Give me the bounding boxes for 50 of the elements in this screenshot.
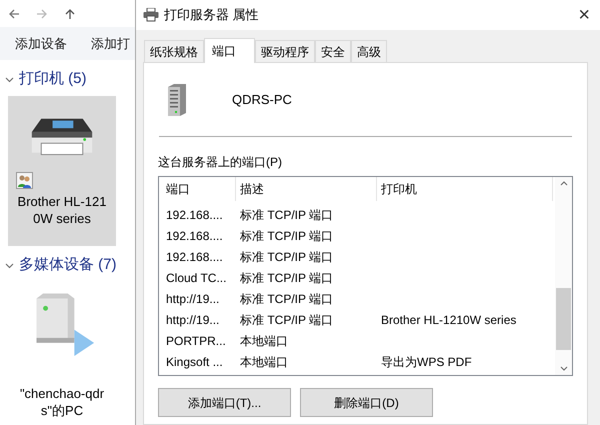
tab[interactable]: 高级 (351, 40, 387, 62)
chevron-icon[interactable] (5, 74, 14, 84)
table-cell: 标准 TCP/IP 端口 (240, 228, 334, 242)
printer-icon (143, 8, 159, 22)
group-heading[interactable]: 打印机 (5) (19, 68, 86, 90)
table-cell: 标准 TCP/IP 端口 (240, 270, 334, 284)
table-cell: http://19... (166, 312, 220, 326)
device-name: Brother HL-1210W series (16, 193, 108, 227)
table-cell: 本地端口 (240, 334, 288, 348)
chevron-icon[interactable] (5, 260, 14, 270)
ports-label: 这台服务器上的端口(P) (158, 154, 282, 171)
server-tower-icon (166, 84, 188, 116)
group-heading[interactable]: 多媒体设备 (7) (19, 254, 116, 276)
table-cell: 192.168.... (166, 228, 223, 242)
toolbar-button[interactable]: 添加打 (91, 34, 130, 54)
scrollbar[interactable] (555, 177, 572, 375)
server-name: QDRS-PC (231, 90, 292, 109)
tab[interactable]: 纸张规格 (144, 40, 204, 62)
tab[interactable]: 驱动程序 (255, 40, 315, 62)
scroll-down-icon[interactable] (560, 366, 568, 371)
dialog-title: 打印服务器 属性 (164, 6, 259, 24)
back-arrow-icon[interactable] (8, 8, 20, 20)
dialog-button[interactable]: 添加端口(T)... (158, 388, 291, 417)
table-cell: 192.168.... (166, 250, 223, 264)
scroll-thumb[interactable] (556, 288, 571, 350)
column-header[interactable]: 描述 (240, 180, 264, 198)
tab[interactable]: 端口 (204, 38, 255, 63)
column-header[interactable]: 打印机 (381, 180, 417, 198)
table-cell: 标准 TCP/IP 端口 (240, 250, 334, 264)
table-cell: Brother HL-1210W series (381, 312, 516, 326)
table-cell: 标准 TCP/IP 端口 (240, 292, 334, 306)
table-cell: http://19... (166, 292, 220, 306)
toolbar-button[interactable]: 添加设备 (15, 34, 67, 54)
device-tile[interactable]: Brother HL-1210W series (8, 96, 116, 246)
table-cell: 本地端口 (240, 354, 288, 368)
table-cell: Cloud TC... (166, 270, 226, 284)
table-cell: 标准 TCP/IP 端口 (240, 312, 334, 326)
device-name: "chenchao-qdrs"的PC (18, 385, 106, 419)
table-cell: 导出为WPS PDF (381, 354, 472, 368)
scroll-up-icon[interactable] (560, 181, 568, 186)
close-button[interactable]: × (578, 5, 593, 25)
table-cell: 标准 TCP/IP 端口 (240, 208, 334, 222)
table-cell: PORTPR... (166, 334, 226, 348)
column-header[interactable]: 端口 (166, 180, 190, 198)
tab[interactable]: 安全 (315, 40, 351, 62)
table-cell: 192.168.... (166, 208, 223, 222)
dialog-button[interactable]: 删除端口(D) (300, 388, 433, 417)
device-tile[interactable]: "chenchao-qdrs"的PC (8, 282, 116, 422)
table-cell: Kingsoft ... (166, 354, 223, 368)
up-arrow-icon[interactable] (64, 8, 76, 20)
